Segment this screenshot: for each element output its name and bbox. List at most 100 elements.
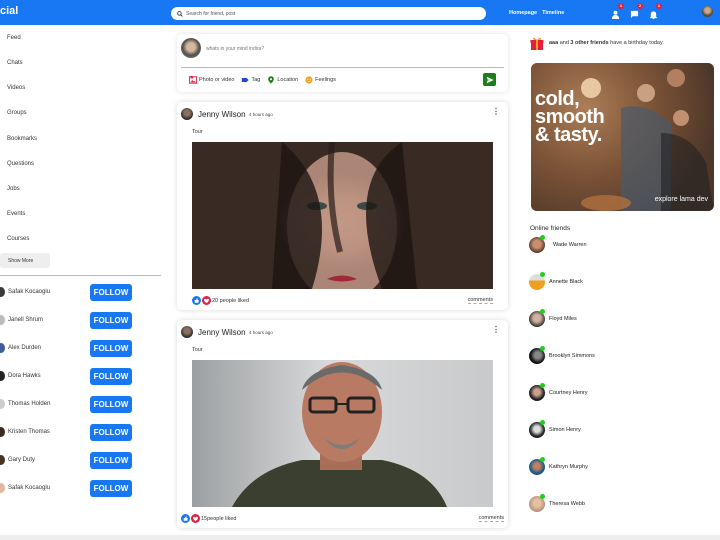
sidebar-item-questions[interactable]: Questions xyxy=(7,161,34,167)
suggestion-name[interactable]: Gary Duty xyxy=(8,457,35,463)
friend-name: Kathryn Murphy xyxy=(549,464,588,470)
sidebar-item-feed[interactable]: Feed xyxy=(7,35,21,41)
like-icon[interactable] xyxy=(192,296,201,305)
photo-video-label: Photo or video xyxy=(199,77,235,83)
post-author-avatar[interactable] xyxy=(181,326,193,338)
follow-button[interactable]: FOLLOW xyxy=(90,424,132,441)
tag-label: Tag xyxy=(251,77,261,83)
follow-button[interactable]: FOLLOW xyxy=(90,368,132,385)
comments-link[interactable]: comments xyxy=(478,515,504,522)
birthday-notice: aaa and 3 other friends have a birthday … xyxy=(530,36,664,50)
share-send-button[interactable] xyxy=(483,73,496,86)
follow-button[interactable]: FOLLOW xyxy=(90,312,132,329)
suggestion-name[interactable]: Alex Durden xyxy=(8,345,41,351)
feelings-option[interactable]: Feelings xyxy=(305,76,336,84)
suggestion-row: Dora Hawks FOLLOW xyxy=(0,368,165,386)
post-author-avatar[interactable] xyxy=(181,108,193,120)
person-icon xyxy=(611,10,620,19)
notifications-button[interactable]: 1 xyxy=(649,3,662,20)
online-indicator xyxy=(540,494,545,499)
sidebar-item-jobs[interactable]: Jobs xyxy=(7,186,20,192)
sidebar-item-bookmarks[interactable]: Bookmarks xyxy=(7,136,37,142)
chat-icon xyxy=(630,10,639,19)
online-indicator xyxy=(540,235,545,240)
ad-banner[interactable]: cold, smooth & tasty. explore lama dev xyxy=(531,63,714,211)
profile-avatar[interactable] xyxy=(702,6,713,17)
avatar xyxy=(0,455,5,465)
follow-button[interactable]: FOLLOW xyxy=(90,452,132,469)
avatar xyxy=(0,287,5,297)
location-icon xyxy=(268,76,275,84)
more-options-icon[interactable]: ⋮ xyxy=(492,326,500,334)
sidebar-divider xyxy=(0,275,161,276)
tag-option[interactable]: Tag xyxy=(241,76,260,84)
messages-button[interactable]: 2 xyxy=(630,3,643,19)
location-label: Location xyxy=(277,77,299,83)
post-author[interactable]: Jenny Wilson xyxy=(198,110,246,119)
gift-icon xyxy=(530,37,544,50)
friend-requests-button[interactable]: 1 xyxy=(611,3,624,19)
post-image[interactable] xyxy=(192,360,493,507)
messages-badge: 2 xyxy=(637,3,643,9)
sidebar-item-groups[interactable]: Groups xyxy=(7,110,27,116)
notifications-badge: 1 xyxy=(656,3,662,9)
feelings-label: Feelings xyxy=(315,77,336,83)
heart-icon[interactable] xyxy=(202,296,211,305)
post-card: Jenny Wilson 4 hours ago ⋮ Tour 20 peopl… xyxy=(177,102,508,310)
post-image[interactable] xyxy=(192,142,493,289)
location-option[interactable]: Location xyxy=(267,76,298,84)
friend-name: Simon Henry xyxy=(549,427,581,433)
like-icon[interactable] xyxy=(181,514,190,523)
sidebar-item-courses[interactable]: Courses xyxy=(7,236,29,242)
portrait-photo xyxy=(232,362,447,507)
logo[interactable]: cial xyxy=(0,5,18,17)
timeline-link[interactable]: Timeline xyxy=(542,10,564,16)
topbar: cial Homepage Timeline 1 2 1 xyxy=(0,0,720,25)
post-input[interactable] xyxy=(206,46,466,52)
search-input[interactable] xyxy=(186,10,466,17)
avatar xyxy=(0,483,5,493)
heart-icon[interactable] xyxy=(191,514,200,523)
suggestion-row: Thomas Holden FOLLOW xyxy=(0,396,165,414)
comments-link[interactable]: comments xyxy=(467,297,493,304)
emoji-icon xyxy=(305,76,313,84)
more-options-icon[interactable]: ⋮ xyxy=(492,108,500,116)
photo-video-option[interactable]: Photo or video xyxy=(189,76,234,84)
suggestion-row: Gary Duty FOLLOW xyxy=(0,452,165,470)
follow-button[interactable]: FOLLOW xyxy=(90,284,132,301)
follow-button[interactable]: FOLLOW xyxy=(90,396,132,413)
friend-name: Floyd Miles xyxy=(549,316,577,322)
follow-button[interactable]: FOLLOW xyxy=(90,340,132,357)
follow-button[interactable]: FOLLOW xyxy=(90,480,132,497)
suggestion-name[interactable]: Safak Kocaoglu xyxy=(8,485,50,491)
suggestion-name[interactable]: Dora Hawks xyxy=(8,373,41,379)
friend-name: Courtney Henry xyxy=(549,390,588,396)
suggestion-name[interactable]: Kristen Thomas xyxy=(8,429,50,435)
search-bar[interactable] xyxy=(171,7,486,20)
ad-tagline: explore lama dev xyxy=(654,196,708,203)
friend-name: Brooklyn Simmons xyxy=(549,353,595,359)
online-indicator xyxy=(540,457,545,462)
friend-name: Annette Black xyxy=(549,279,583,285)
suggestion-name[interactable]: Thomas Holden xyxy=(8,401,50,407)
avatar xyxy=(0,427,5,437)
show-more-button[interactable]: Show More xyxy=(0,253,50,268)
sidebar-item-chats[interactable]: Chats xyxy=(7,60,23,66)
homepage-link[interactable]: Homepage xyxy=(509,10,537,16)
avatar xyxy=(0,399,5,409)
post-author[interactable]: Jenny Wilson xyxy=(198,328,246,337)
portrait-photo xyxy=(272,142,417,289)
online-indicator xyxy=(540,420,545,425)
suggestion-row: Alex Durden FOLLOW xyxy=(0,340,165,358)
photo-icon xyxy=(189,76,197,84)
post-time: 4 hours ago xyxy=(249,112,273,117)
suggestion-name[interactable]: Safak Kocaoglu xyxy=(8,289,50,295)
sidebar-item-videos[interactable]: Videos xyxy=(7,85,25,91)
avatar xyxy=(0,315,5,325)
suggestion-name[interactable]: Janell Shrum xyxy=(8,317,43,323)
suggestion-row: Safak Kocaoglu FOLLOW xyxy=(0,284,165,302)
birthday-text: aaa and 3 other friends have a birthday … xyxy=(549,40,664,46)
avatar xyxy=(0,343,5,353)
online-indicator xyxy=(540,309,545,314)
sidebar-item-events[interactable]: Events xyxy=(7,211,25,217)
